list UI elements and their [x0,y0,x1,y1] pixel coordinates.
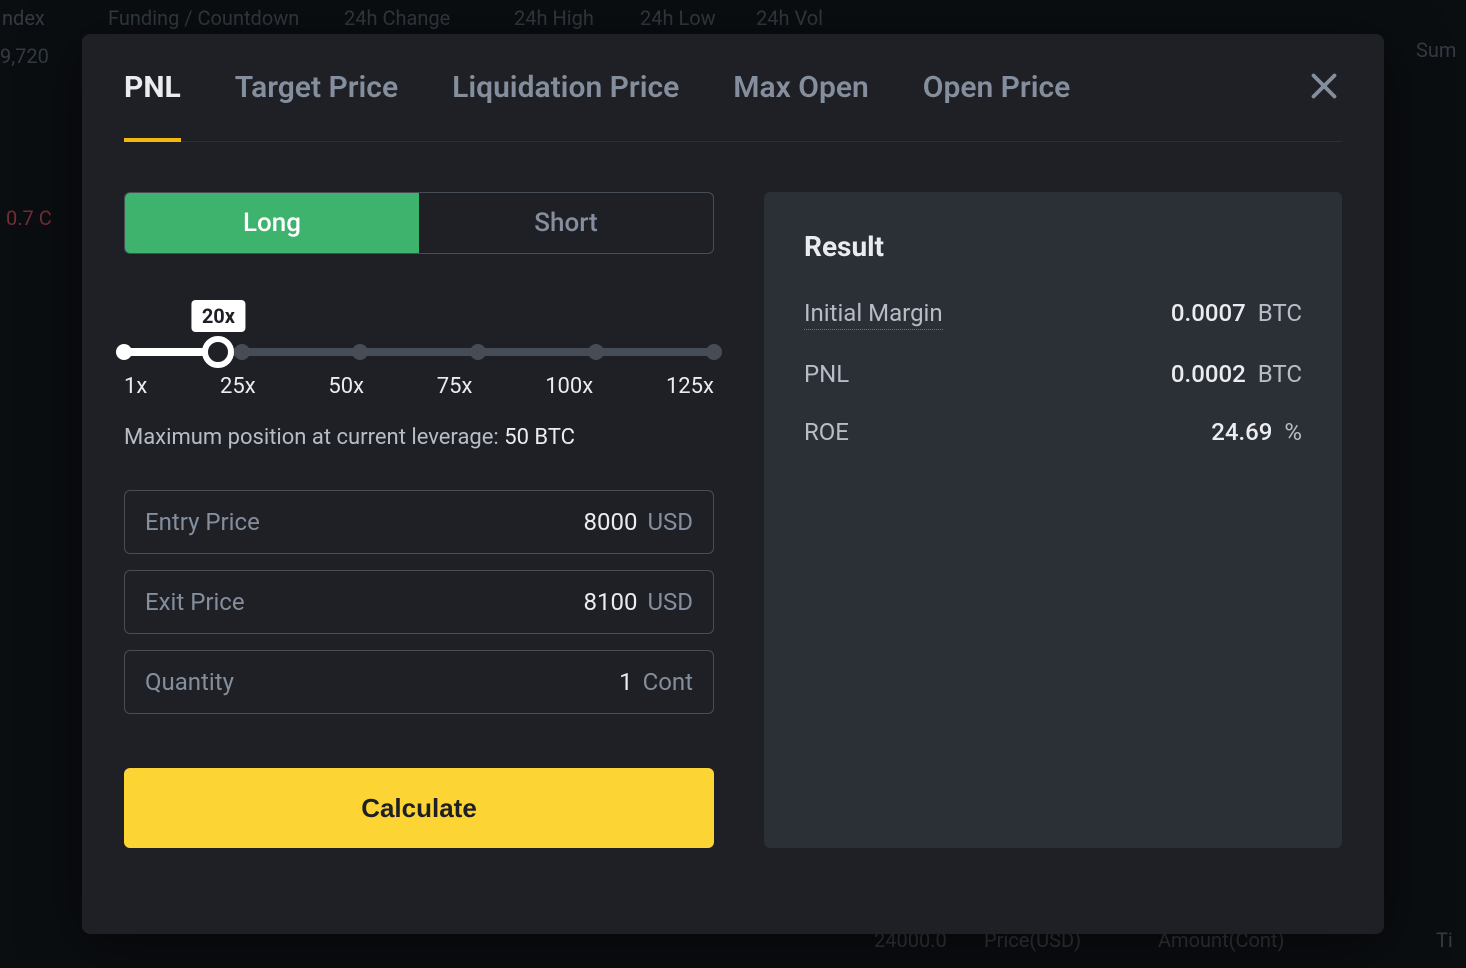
entry-price-unit: USD [647,508,693,536]
leverage-tooltip: 20x [192,300,245,332]
background-label: Sum [1416,38,1456,62]
result-row: PNL 0.0002 BTC [804,360,1302,388]
entry-price-field[interactable]: Entry Price USD [124,490,714,554]
result-unit: BTC [1258,360,1302,388]
entry-price-input[interactable] [260,508,638,536]
leverage-tick-dot[interactable] [234,344,250,360]
background-label: 9,720 [0,44,49,68]
leverage-tick-label: 100x [545,374,593,399]
leverage-tick-label: 50x [328,374,364,399]
leverage-slider[interactable]: 20x 1x 25x 50x 75x 100x 125x [124,300,714,399]
leverage-tick-dot[interactable] [706,344,722,360]
pnl-calculator-modal: PNL Target Price Liquidation Price Max Open… [82,34,1384,934]
leverage-tick-label: 25x [220,374,256,399]
calculate-button[interactable]: Calculate [124,768,714,848]
result-key: Initial Margin [804,299,943,330]
result-value: 0.0002 BTC [1171,360,1302,388]
leverage-tick-label: 1x [124,374,147,399]
background-label: 0.7 C [6,206,52,230]
background-label: 24h Vol [756,6,823,30]
quantity-input[interactable] [234,668,633,696]
background-label: ndex [2,6,45,30]
leverage-tick-dot[interactable] [588,344,604,360]
result-unit: BTC [1258,299,1302,327]
calculator-tabs: PNL Target Price Liquidation Price Max Open… [124,34,1342,142]
result-title: Result [804,230,1302,263]
leverage-tick-dot[interactable] [352,344,368,360]
result-key: ROE [804,418,849,446]
background-label: 24h High [514,6,594,30]
exit-price-unit: USD [647,588,693,616]
result-key: PNL [804,360,849,388]
background-label: 24h Change [344,6,450,30]
long-button[interactable]: Long [125,193,419,253]
tab-target-price[interactable]: Target Price [235,70,398,105]
leverage-tick-label: 75x [437,374,473,399]
result-panel: Result Initial Margin 0.0007 BTC PNL 0.0002… [764,192,1342,848]
tab-liquidation-price[interactable]: Liquidation Price [452,70,679,105]
quantity-unit: Cont [643,668,693,696]
background-label: 24h Low [640,6,716,30]
exit-price-input[interactable] [245,588,638,616]
result-value: 0.0007 BTC [1171,299,1302,327]
leverage-tick-label: 125x [666,374,714,399]
quantity-label: Quantity [145,668,234,696]
exit-price-label: Exit Price [145,588,245,616]
position-side-toggle: Long Short [124,192,714,254]
quantity-field[interactable]: Quantity Cont [124,650,714,714]
tab-pnl[interactable]: PNL [124,70,181,105]
entry-price-label: Entry Price [145,508,260,536]
result-value: 24.69 % [1211,418,1302,446]
leverage-tick-labels: 1x 25x 50x 75x 100x 125x [124,374,714,399]
background-label: Funding / Countdown [108,6,299,30]
result-row: Initial Margin 0.0007 BTC [804,299,1302,330]
close-icon[interactable] [1306,68,1342,104]
short-button[interactable]: Short [419,193,713,253]
background-label: Ti [1436,928,1453,952]
leverage-tick-dot[interactable] [116,344,132,360]
leverage-tick-dot[interactable] [470,344,486,360]
result-row: ROE 24.69 % [804,418,1302,446]
tab-max-open[interactable]: Max Open [733,70,868,105]
exit-price-field[interactable]: Exit Price USD [124,570,714,634]
max-position-note: Maximum position at current leverage: 50… [124,425,714,450]
leverage-thumb[interactable] [202,336,234,368]
tab-open-price[interactable]: Open Price [923,70,1071,105]
result-unit: % [1284,418,1302,446]
